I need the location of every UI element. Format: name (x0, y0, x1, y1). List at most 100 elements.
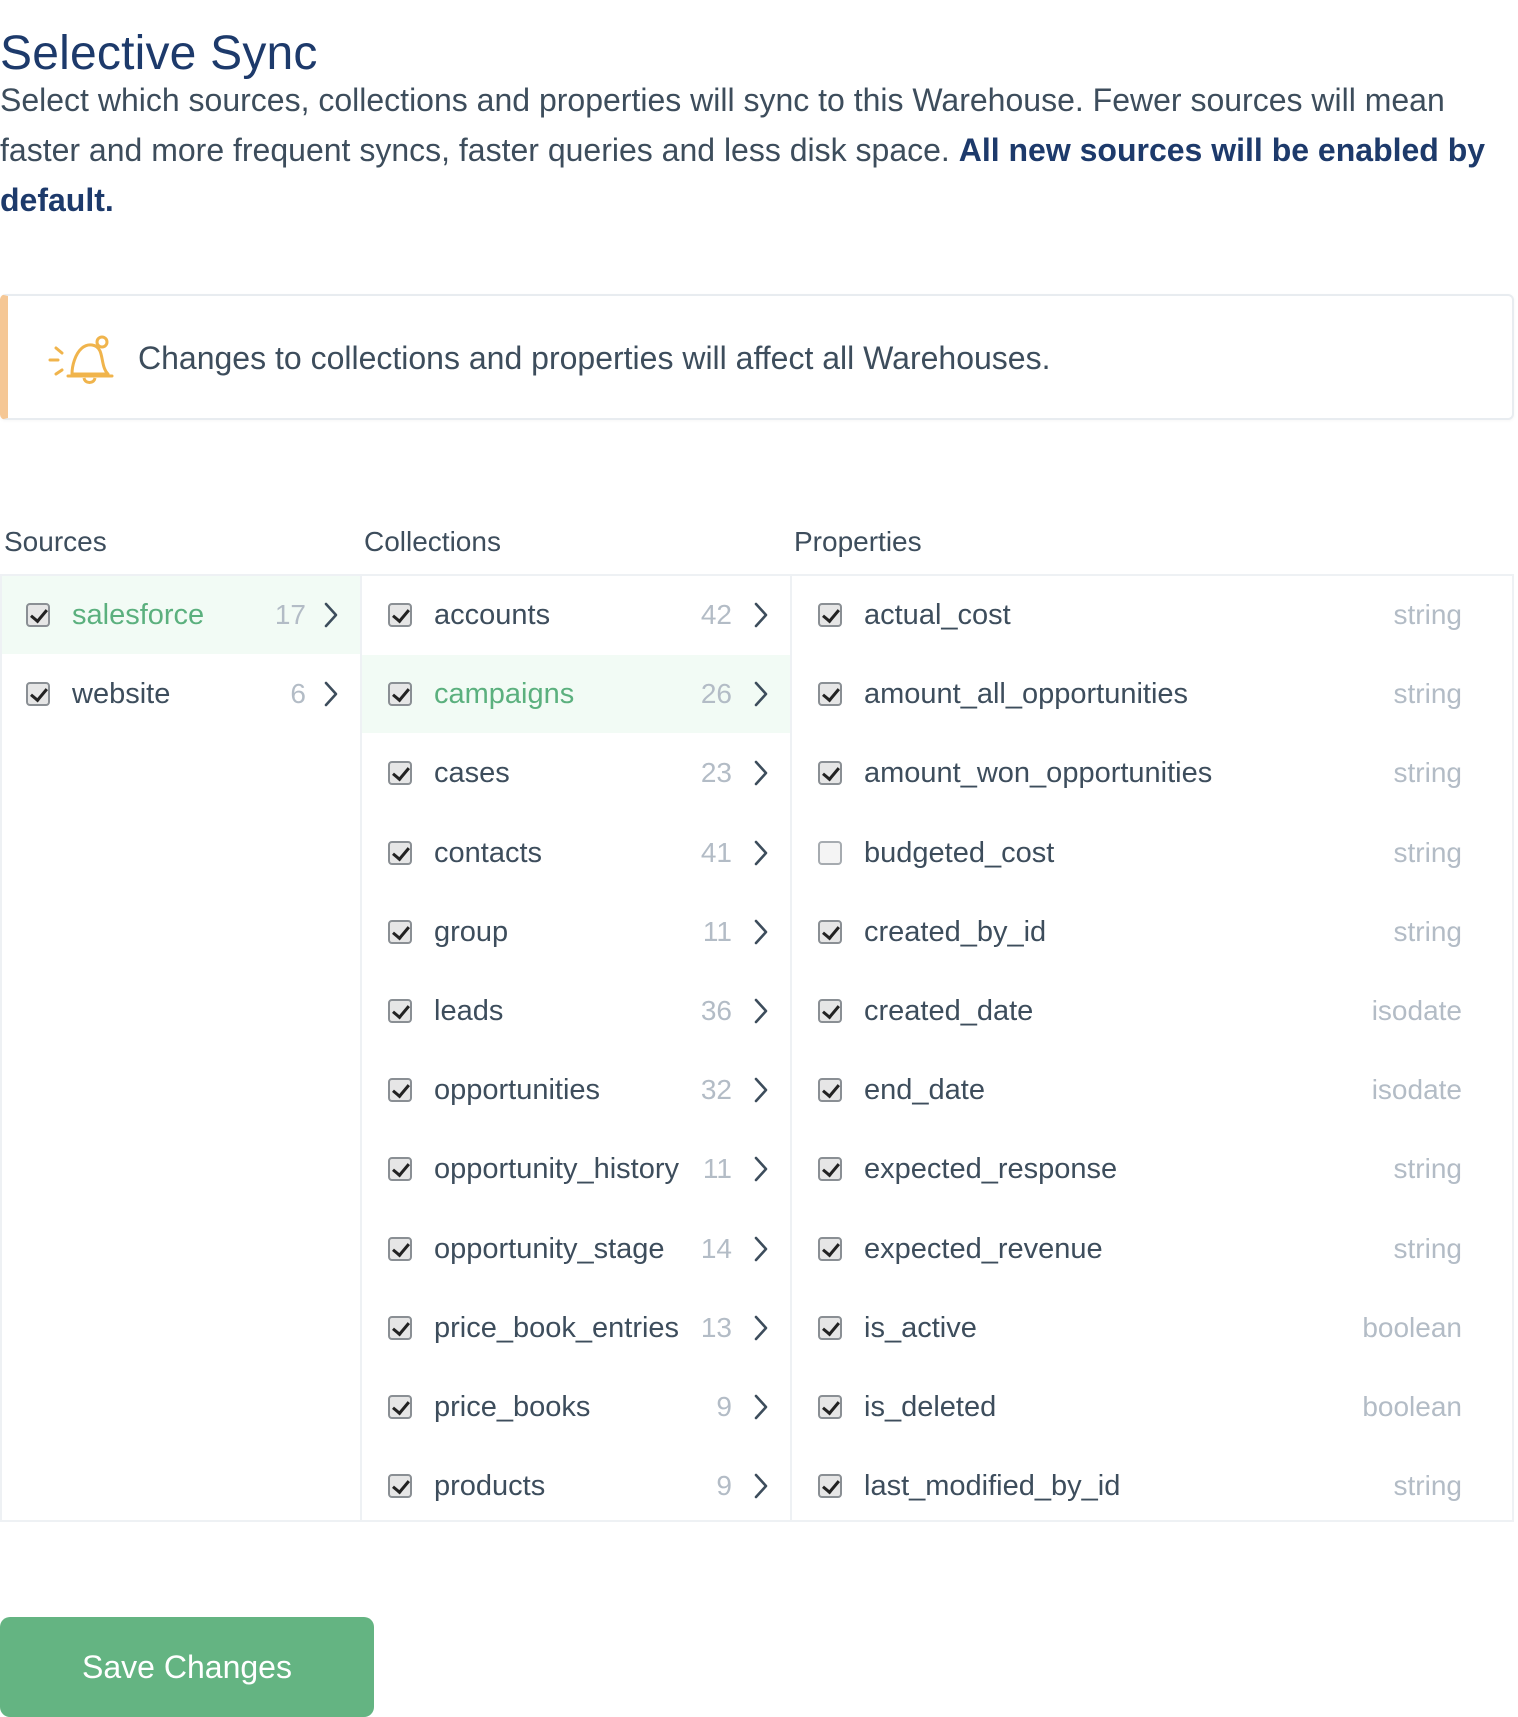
collection-item-checkbox[interactable] (388, 1474, 412, 1499)
collection-item[interactable]: opportunity_stage 14 (362, 1210, 790, 1288)
source-item-count: 6 (290, 678, 306, 710)
collection-item[interactable]: cases 23 (362, 734, 790, 812)
collection-item-checkbox[interactable] (388, 761, 412, 786)
property-item-checkbox[interactable] (818, 1236, 842, 1261)
collection-item-label: opportunity_history (434, 1153, 680, 1186)
collection-item-checkbox[interactable] (388, 603, 412, 627)
collection-item-checkbox[interactable] (388, 682, 412, 707)
collection-item[interactable]: group 11 (362, 893, 790, 971)
chevron-right-icon[interactable] (754, 681, 768, 707)
property-item[interactable]: actual_cost string (792, 576, 1512, 654)
chevron-right-icon[interactable] (754, 602, 768, 628)
collection-item-count: 26 (700, 678, 732, 710)
property-item-checkbox[interactable] (818, 682, 842, 707)
collection-item-checkbox[interactable] (388, 1078, 412, 1103)
property-item-label: last_modified_by_id (864, 1470, 1121, 1503)
source-item-label: website (72, 678, 171, 711)
property-item[interactable]: end_date isodate (792, 1051, 1512, 1129)
collection-item[interactable]: accounts 42 (362, 576, 790, 654)
property-item[interactable]: created_by_id string (792, 893, 1512, 971)
collection-item[interactable]: opportunities 32 (362, 1051, 790, 1129)
property-item-checkbox[interactable] (818, 603, 842, 627)
property-item-checkbox[interactable] (818, 1474, 842, 1499)
page-description: Select which sources, collections and pr… (0, 75, 1512, 225)
collection-item-checkbox[interactable] (388, 1157, 412, 1182)
collection-item-checkbox[interactable] (388, 1395, 412, 1419)
property-item-label: created_by_id (864, 915, 1047, 948)
chevron-right-icon[interactable] (754, 1156, 768, 1182)
property-item[interactable]: expected_revenue string (792, 1210, 1512, 1288)
chevron-right-icon[interactable] (754, 919, 768, 945)
chevron-right-icon[interactable] (324, 681, 338, 707)
collection-item[interactable]: opportunity_history 11 (362, 1130, 790, 1208)
collection-item[interactable]: campaigns 26 (362, 655, 790, 734)
property-item-type: string (1393, 757, 1462, 789)
chevron-right-icon[interactable] (754, 1394, 768, 1420)
property-item-label: created_date (864, 995, 1034, 1027)
property-item-checkbox[interactable] (818, 1395, 842, 1419)
property-item-checkbox[interactable] (818, 840, 842, 865)
collection-item-count: 32 (700, 1074, 732, 1106)
collection-item-label: products (434, 1470, 546, 1503)
bell-icon (42, 326, 114, 390)
property-item-checkbox[interactable] (818, 1078, 842, 1103)
properties-header: Properties (794, 526, 922, 557)
property-item[interactable]: amount_all_opportunities string (792, 655, 1512, 733)
collection-item-count: 41 (700, 836, 732, 868)
property-item-type: string (1393, 836, 1462, 868)
collection-item-count: 23 (700, 757, 732, 789)
chevron-right-icon[interactable] (754, 760, 768, 786)
source-item-checkbox[interactable] (26, 603, 50, 627)
collection-item-label: contacts (434, 836, 542, 869)
collection-item[interactable]: contacts 41 (362, 814, 790, 892)
collection-item-label: opportunities (434, 1074, 601, 1107)
chevron-right-icon[interactable] (324, 602, 338, 628)
collection-item-label: campaigns (434, 678, 575, 711)
collection-item-checkbox[interactable] (388, 1315, 412, 1340)
property-item-checkbox[interactable] (818, 761, 842, 786)
collection-item-checkbox[interactable] (388, 1236, 412, 1261)
source-item[interactable]: salesforce 17 (2, 576, 360, 654)
property-item[interactable]: created_date isodate (792, 972, 1512, 1050)
chevron-right-icon[interactable] (754, 1077, 768, 1103)
property-item-checkbox[interactable] (818, 919, 842, 944)
collection-item[interactable]: price_book_entries 13 (362, 1289, 790, 1367)
property-item-type: string (1393, 1470, 1462, 1502)
collection-item-checkbox[interactable] (388, 919, 412, 944)
property-item-type: isodate (1371, 1074, 1462, 1106)
save-changes-button[interactable]: Save Changes (0, 1617, 374, 1717)
property-item[interactable]: amount_won_opportunities string (792, 734, 1512, 812)
warehouse-alert: Changes to collections and properties wi… (0, 294, 1514, 420)
chevron-right-icon[interactable] (754, 998, 768, 1024)
chevron-right-icon[interactable] (754, 840, 768, 866)
property-item[interactable]: expected_response string (792, 1130, 1512, 1208)
property-item-label: budgeted_cost (864, 836, 1055, 869)
source-item-count: 17 (274, 599, 306, 630)
collection-item[interactable]: leads 36 (362, 972, 790, 1050)
selective-sync-grid: salesforce 17 website 6 accounts 42 campaigns… (0, 574, 1514, 1522)
property-item[interactable]: is_deleted boolean (792, 1368, 1512, 1446)
property-item[interactable]: last_modified_by_id string (792, 1447, 1512, 1525)
property-item[interactable]: is_active boolean (792, 1289, 1512, 1367)
chevron-right-icon[interactable] (754, 1236, 768, 1262)
property-item-type: boolean (1362, 1311, 1462, 1343)
collection-item-checkbox[interactable] (388, 999, 412, 1023)
collection-item-label: accounts (434, 599, 551, 631)
collection-item[interactable]: price_books 9 (362, 1368, 790, 1446)
collection-item-count: 36 (700, 995, 732, 1026)
property-item-checkbox[interactable] (818, 1157, 842, 1182)
source-item-checkbox[interactable] (26, 682, 50, 707)
source-item[interactable]: website 6 (2, 655, 360, 733)
property-item-checkbox[interactable] (818, 999, 842, 1023)
chevron-right-icon[interactable] (754, 1315, 768, 1341)
collection-item-label: cases (434, 757, 510, 790)
property-item-type: string (1393, 1153, 1462, 1185)
property-item-checkbox[interactable] (818, 1315, 842, 1340)
property-item[interactable]: budgeted_cost string (792, 814, 1512, 892)
collection-item-count: 14 (700, 1232, 732, 1264)
sources-header: Sources (4, 526, 107, 557)
collection-item[interactable]: products 9 (362, 1447, 790, 1525)
collection-item-checkbox[interactable] (388, 840, 412, 865)
collection-item-count: 13 (700, 1311, 732, 1343)
chevron-right-icon[interactable] (754, 1473, 768, 1499)
